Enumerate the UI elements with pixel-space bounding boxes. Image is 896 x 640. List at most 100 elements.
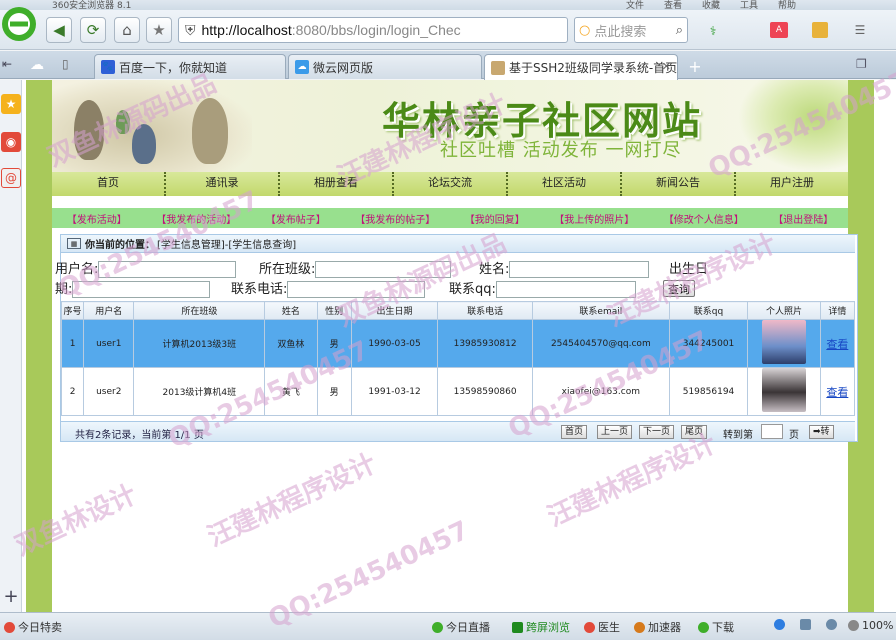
main-nav: 首页 通讯录 相册查看 论坛交流 社区活动 新闻公告 用户注册: [52, 172, 848, 196]
add-plus-icon[interactable]: +: [1, 586, 21, 607]
first-page-button[interactable]: 首页: [561, 425, 588, 439]
search-engine-icon: ○: [579, 22, 591, 38]
col-username: 用户名: [83, 301, 135, 320]
subnav-publish-post[interactable]: 【发布帖子】: [266, 211, 326, 226]
status-zoom-label: 100%: [862, 619, 894, 632]
subnav-logout[interactable]: 【退出登陆】: [773, 211, 833, 226]
search-icon[interactable]: ⌕: [676, 23, 683, 38]
cell-username: user1: [83, 319, 135, 368]
subnav-edit-profile[interactable]: 【修改个人信息】: [664, 211, 744, 226]
search-box[interactable]: ○ 点此搜索 ⌕: [574, 17, 688, 43]
nav-contacts[interactable]: 通讯录: [164, 172, 278, 196]
weibo-icon[interactable]: ◉: [1, 132, 21, 152]
new-tab-plus-icon[interactable]: +: [684, 55, 706, 77]
table-icon: ▦: [67, 238, 81, 249]
col-phone: 联系电话: [437, 301, 533, 320]
screenshot-icon[interactable]: [800, 619, 814, 630]
status-accelerator[interactable]: 加速器: [634, 619, 681, 635]
cell-detail: 查看: [819, 367, 856, 416]
refresh-icon[interactable]: ⟳: [80, 17, 106, 43]
next-page-button[interactable]: 下一页: [639, 425, 675, 439]
cloud-icon[interactable]: ☁: [30, 57, 44, 73]
prev-page-button[interactable]: 上一页: [597, 425, 633, 439]
subnav-my-posts[interactable]: 【我发布的帖子】: [355, 211, 435, 226]
security-icon[interactable]: ⚕: [706, 24, 720, 38]
tab-weiyun[interactable]: ☁ 微云网页版: [288, 54, 482, 79]
subnav-my-photos[interactable]: 【我上传的照片】: [554, 211, 634, 226]
table-row[interactable]: 1 user1 计算机2013级3班 双鱼林 男 1990-03-05 1398…: [60, 319, 856, 368]
col-birthday: 出生日期: [350, 301, 439, 320]
nav-home[interactable]: 首页: [52, 172, 164, 196]
status-today-sale-label: 今日特卖: [18, 621, 62, 634]
close-tab-icon[interactable]: ✕: [662, 60, 671, 73]
search-placeholder: 点此搜索: [594, 24, 647, 40]
menu-file[interactable]: 文件: [626, 0, 644, 10]
status-cross-screen[interactable]: 跨屏浏览: [512, 619, 570, 635]
tab-list-icon[interactable]: ❐: [856, 57, 867, 71]
tab-bar: ⇤ ☁ ▯ 🐾 百度一下，你就知道 ☁ 微云网页版 基于SSH2班级同学录系统-…: [0, 51, 896, 80]
phone-input[interactable]: [287, 281, 426, 298]
status-accelerator-label: 加速器: [648, 621, 681, 634]
menu-icon[interactable]: ☰: [852, 22, 868, 38]
cell-class: 计算机2013级3班: [133, 319, 266, 368]
baidu-icon: 🐾: [101, 60, 115, 74]
volume-icon[interactable]: [826, 619, 840, 630]
table-row[interactable]: 2 user2 2013级计算机4班 黄飞 男 1991-03-12 13598…: [60, 367, 856, 416]
tab-ssh2-homepage[interactable]: 基于SSH2班级同学录系统-首页 ✕: [484, 54, 678, 80]
pdf-icon[interactable]: A: [770, 22, 788, 38]
query-button[interactable]: 查询: [663, 280, 695, 297]
status-zoom[interactable]: 100%: [848, 619, 893, 632]
banner-leaf-decoration: [738, 80, 848, 172]
user-photo[interactable]: [761, 320, 806, 364]
ie-icon[interactable]: [774, 619, 788, 630]
weiyun-cloud-icon: ☁: [295, 60, 309, 74]
class-input[interactable]: [315, 261, 452, 278]
last-page-button[interactable]: 尾页: [681, 425, 708, 439]
subnav-publish-activity[interactable]: 【发布活动】: [67, 211, 127, 226]
url-path: :8080/bbs/login/login_Chec: [291, 22, 461, 38]
favorites-star-icon[interactable]: ★: [1, 94, 21, 114]
star-favorite-icon[interactable]: ★: [146, 17, 172, 43]
goto-page-input[interactable]: [761, 424, 783, 439]
menu-view[interactable]: 查看: [664, 0, 682, 10]
class-label: 所在班级:: [259, 262, 316, 277]
shield-icon: ⛨: [185, 21, 196, 38]
tab-baidu[interactable]: 🐾 百度一下，你就知道: [94, 54, 286, 79]
nav-activities[interactable]: 社区活动: [506, 172, 620, 196]
qq-input[interactable]: [495, 281, 636, 298]
detail-link[interactable]: 查看: [826, 386, 848, 399]
menu-help[interactable]: 帮助: [778, 0, 796, 10]
site-banner: 华林亲子社区网站 社区吐槽 活动发布 一网打尽: [52, 80, 848, 172]
subnav-my-replies[interactable]: 【我的回复】: [465, 211, 525, 226]
status-today-sale[interactable]: 今日特卖: [4, 619, 62, 635]
phone-icon[interactable]: ▯: [62, 57, 69, 71]
name-input[interactable]: [509, 261, 650, 278]
username-input[interactable]: [98, 261, 237, 278]
col-no: 序号: [60, 301, 85, 320]
nav-news[interactable]: 新闻公告: [620, 172, 734, 196]
go-button[interactable]: ➡转: [809, 425, 834, 439]
menu-favorites[interactable]: 收藏: [702, 0, 720, 10]
user-photo[interactable]: [761, 368, 806, 412]
birthday-input[interactable]: [72, 281, 211, 298]
status-live[interactable]: 今日直播: [432, 619, 490, 635]
address-bar[interactable]: ⛨ http://localhost:8080/bbs/login/login_…: [178, 17, 568, 43]
page-unit: 页: [789, 430, 799, 441]
menu-tools[interactable]: 工具: [740, 0, 758, 10]
sidebar-toggle-icon[interactable]: ⇤: [2, 57, 12, 71]
detail-link[interactable]: 查看: [826, 338, 848, 351]
birthday-label-start: 出生日: [669, 262, 709, 277]
subnav-my-activities[interactable]: 【我发布的活动】: [156, 211, 236, 226]
status-doctor[interactable]: 医生: [584, 619, 620, 635]
nav-register[interactable]: 用户注册: [734, 172, 848, 196]
url-host: http://localhost: [201, 22, 292, 38]
cell-qq: 519856194: [668, 367, 749, 416]
mail-icon[interactable]: @: [1, 168, 21, 188]
status-download[interactable]: 下载: [698, 619, 734, 635]
back-arrow-icon[interactable]: ◀: [46, 17, 72, 43]
home-icon[interactable]: ⌂: [114, 17, 140, 43]
extension-icon[interactable]: [812, 22, 828, 38]
nav-albums[interactable]: 相册查看: [278, 172, 392, 196]
nav-forum[interactable]: 论坛交流: [392, 172, 506, 196]
tab-label: 微云网页版: [313, 60, 374, 75]
